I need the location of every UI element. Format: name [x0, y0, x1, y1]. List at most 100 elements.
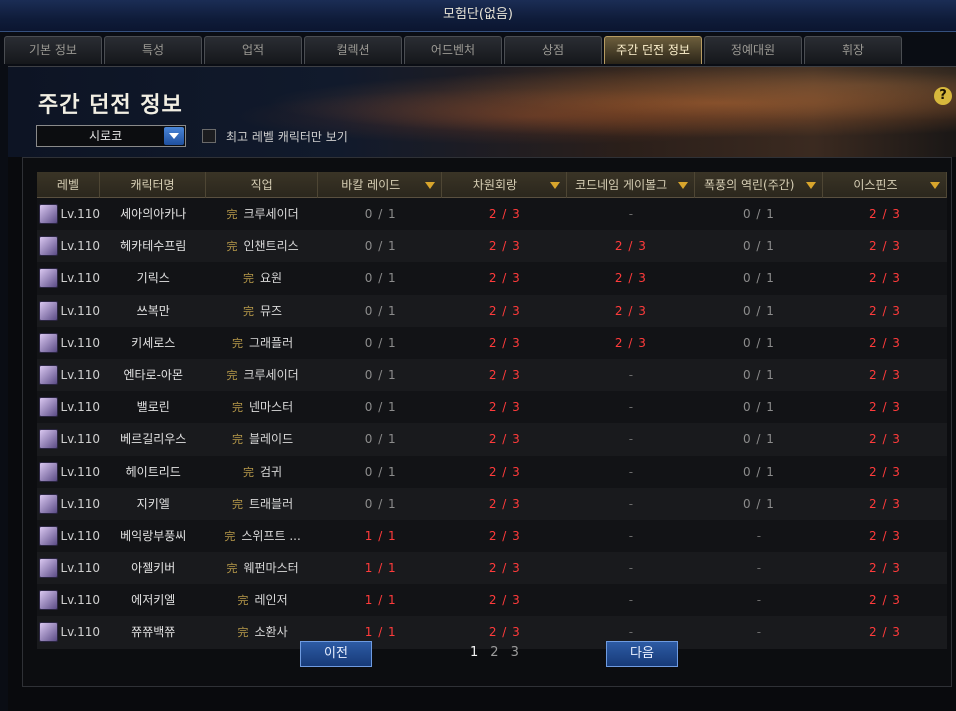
column-header-1: 캐릭터명 [100, 172, 207, 198]
character-name: 베익랑부풍씨 [120, 528, 187, 543]
bakal-clear-count: 0 / 1 [364, 207, 397, 221]
level-cell: Lv.110 [37, 423, 100, 455]
table-row[interactable]: Lv.110 아젤키버 完 웨펀마스터 1 / 1 2 / 3 - - 2 / 3 [37, 552, 947, 585]
level-cell: Lv.110 [37, 488, 100, 520]
character-avatar-icon [39, 364, 59, 385]
job-cell: 完 블레이드 [206, 423, 318, 455]
storm-clear-count: - [756, 528, 762, 543]
table-row[interactable]: Lv.110 쮸쮸백쮸 完 소환사 1 / 12 / 3--2 / 3 [37, 616, 947, 649]
job-name: 인챈트리스 [243, 239, 299, 254]
sort-arrow-icon[interactable] [930, 182, 941, 189]
job-class-icon: 完 [224, 529, 236, 543]
job-class-icon: 完 [243, 465, 254, 479]
character-name: 키세로스 [131, 335, 176, 350]
table-row[interactable]: Lv.110 베르길리우스 完 블레이드 0 / 1 2 / 3 - 0 / 1 2 / 3 [37, 423, 947, 456]
tab-5[interactable]: 상점 [504, 36, 602, 64]
job-name: 레인저 [254, 593, 288, 608]
tab-3[interactable]: 컬렉션 [304, 36, 402, 64]
tab-8[interactable]: 휘장 [804, 36, 902, 64]
table-row[interactable]: Lv.110 밸로린 完 넨마스터 0 / 1 2 / 3 - 0 / 1 2 / 3 [37, 391, 947, 424]
job-name: 크루세이더 [243, 367, 299, 382]
level-text: Lv.110 [60, 496, 101, 511]
bakal-clear-count: 0 / 1 [364, 239, 397, 254]
dimension-clear-count: 2 / 3 [488, 367, 521, 382]
table-row[interactable]: Lv.110 헤카테수프림 完 인챈트리스 0 / 1 2 / 3 2 / 3 0 / 1 2 … [37, 230, 947, 263]
column-header-6[interactable]: 폭풍의 역린(주간) [695, 172, 823, 198]
character-avatar-icon [39, 429, 59, 450]
tab-1[interactable]: 특성 [104, 36, 202, 64]
column-header-4[interactable]: 차원회랑 [442, 172, 567, 198]
ispins-clear-count: 2 / 3 [869, 303, 901, 318]
gaebolg-clear-count: - [628, 207, 634, 221]
tab-7[interactable]: 정예대원 [704, 36, 802, 64]
tab-2[interactable]: 업적 [204, 36, 302, 64]
job-name: 블레이드 [248, 432, 294, 447]
character-avatar-icon [39, 332, 59, 353]
job-name: 크루세이더 [243, 207, 299, 221]
level-cell: Lv.110 [37, 616, 100, 648]
character-avatar-icon [39, 558, 59, 579]
tab-4[interactable]: 어드벤처 [404, 36, 502, 64]
table-row[interactable]: Lv.110 헤이트리드 完 검귀 0 / 1 2 / 3 - 0 / 1 2 / 3 [37, 455, 947, 488]
character-avatar-icon [39, 525, 59, 546]
sort-arrow-icon[interactable] [805, 182, 816, 189]
dimension-clear-count: 2 / 3 [488, 625, 521, 640]
sort-arrow-icon[interactable] [549, 182, 560, 189]
table-row[interactable]: Lv.110 쓰복만 完 뮤즈 0 / 1 2 / 3 2 / 3 0 / 1 2 / 3 [37, 294, 947, 327]
dimension-clear-count: 2 / 3 [488, 593, 521, 608]
help-icon[interactable]: ? [934, 87, 952, 105]
level-cell: Lv.110 [37, 359, 100, 391]
sort-arrow-icon[interactable] [677, 182, 688, 189]
column-header-label: 이스핀즈 [853, 178, 898, 192]
job-name: 소환사 [254, 625, 288, 640]
storm-clear-count: 0 / 1 [742, 432, 775, 447]
page-number-2[interactable]: 2 [490, 645, 498, 660]
bakal-clear-count: 1 / 1 [364, 593, 397, 608]
chevron-down-icon[interactable] [164, 127, 184, 145]
table-row[interactable]: Lv.110 에저키엘 完 레인저 1 / 1 2 / 3 - - 2 / 3 [37, 584, 947, 617]
job-class-icon: 完 [231, 336, 243, 350]
job-name: 그래플러 [248, 335, 294, 350]
job-name: 트래블러 [248, 496, 294, 511]
tab-0[interactable]: 기본 정보 [4, 36, 102, 64]
level-cell: Lv.110 [37, 198, 100, 230]
character-avatar-icon [39, 590, 59, 611]
max-level-only-checkbox[interactable] [202, 129, 216, 143]
page-number-3[interactable]: 3 [511, 645, 519, 660]
server-select[interactable]: 시로코 [36, 125, 186, 147]
dimension-clear-count: 2 / 3 [488, 432, 521, 447]
job-name: 스위프트 ... [241, 528, 301, 543]
table-row[interactable]: Lv.110 베익랑부풍씨 完 스위프트 ... 1 / 1 2 / 3 - - 2 / 3 [37, 519, 947, 553]
column-header-3[interactable]: 바칼 레이드 [318, 172, 443, 198]
level-text: Lv.110 [60, 400, 101, 415]
table-row[interactable]: Lv.110 엔타로-아몬 完 크루세이더 0 / 1 2 / 3 - 0 / 1 2 / 3 [37, 358, 947, 392]
character-avatar-icon [39, 493, 59, 514]
job-class-icon: 完 [243, 272, 254, 286]
next-page-button[interactable]: 다음 [606, 641, 678, 667]
character-name: 기릭스 [136, 271, 170, 286]
tab-6[interactable]: 주간 던전 정보 [604, 36, 702, 64]
sort-arrow-icon[interactable] [425, 182, 436, 189]
character-name: 엔타로-아몬 [123, 367, 183, 382]
prev-page-button[interactable]: 이전 [300, 641, 372, 667]
job-class-icon: 完 [237, 594, 249, 608]
job-class-icon: 完 [231, 433, 243, 447]
storm-clear-count: 0 / 1 [742, 335, 775, 350]
column-header-7[interactable]: 이스핀즈 [823, 172, 948, 198]
column-header-5[interactable]: 코드네임 게이볼그 [567, 172, 695, 198]
table-row[interactable]: Lv.110 키세로스 完 그래플러 0 / 1 2 / 3 2 / 3 0 / 1 2 / 3 [37, 326, 947, 359]
character-avatar-icon [39, 236, 59, 257]
job-cell: 完 인챈트리스 [206, 230, 318, 262]
gaebolg-clear-count: - [628, 367, 634, 382]
bakal-clear-count: 0 / 1 [364, 464, 397, 479]
job-cell: 完 뮤즈 [206, 295, 318, 327]
page-number-1[interactable]: 1 [470, 645, 478, 660]
job-cell: 完 크루세이더 [206, 198, 318, 230]
ispins-clear-count: 2 / 3 [869, 561, 901, 576]
column-header-label: 레벨 [56, 178, 80, 192]
table-row[interactable]: Lv.110 기릭스 完 요원 0 / 1 2 / 3 2 / 3 0 / 1 2 / 3 [37, 262, 947, 295]
job-cell: 完 웨펀마스터 [206, 552, 318, 584]
table-row[interactable]: Lv.110 지키엘 完 트래블러 0 / 1 2 / 3 - 0 / 1 2 / 3 [37, 487, 947, 520]
level-cell: Lv.110 [37, 391, 100, 423]
table-row[interactable]: Lv.110 세아의아카나 完 크루세이더 0 / 1 2 / 3 - 0 / 1 2 / 3 [37, 198, 947, 231]
